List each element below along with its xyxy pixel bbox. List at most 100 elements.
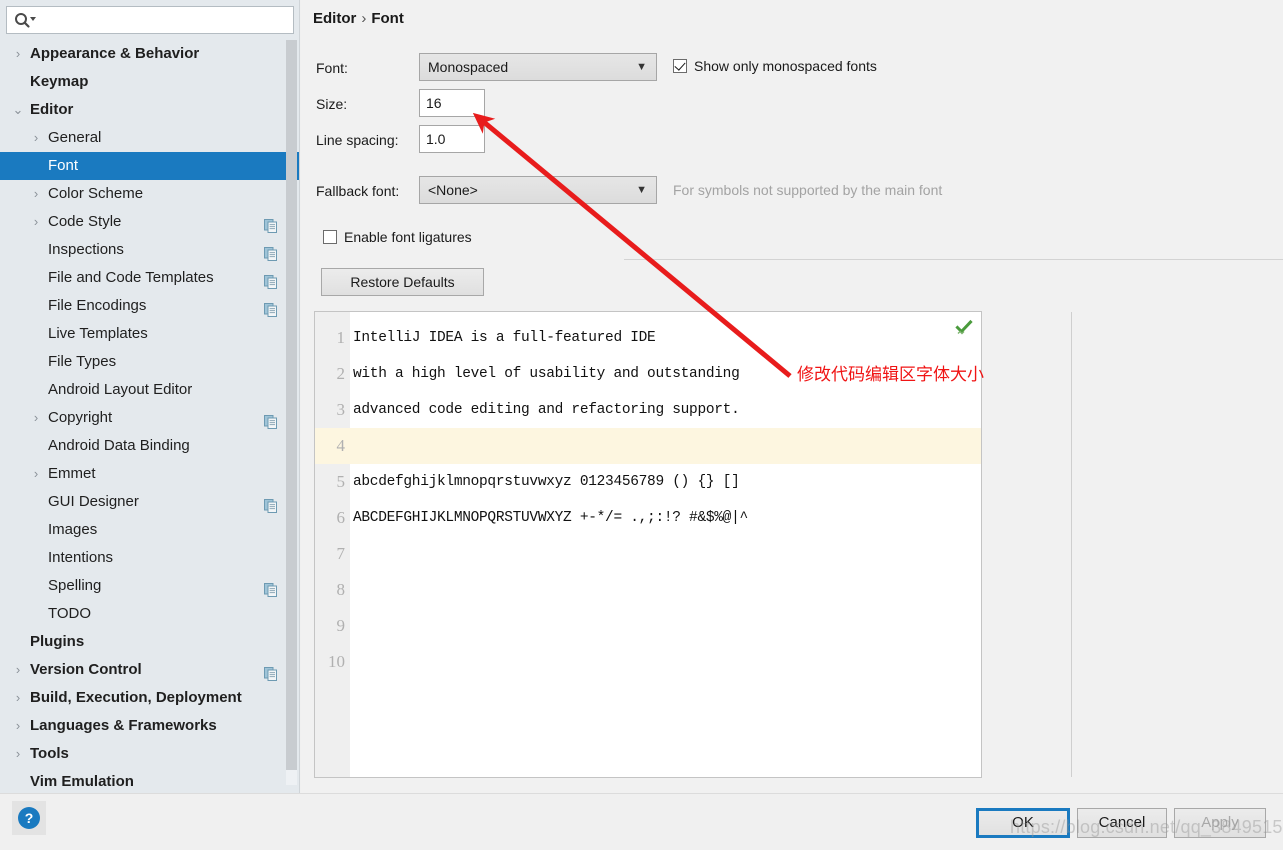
settings-tree[interactable]: › Appearance & Behavior Keymap ⌄ Editor › Gene… xyxy=(0,40,299,793)
line-text: ABCDEFGHIJKLMNOPQRSTUVWXYZ +-*/= .,;:!? … xyxy=(353,510,748,526)
copy-settings-icon[interactable] xyxy=(264,271,278,289)
sidebar-item-editor[interactable]: ⌄ Editor xyxy=(0,96,299,124)
chevron-right-icon[interactable]: › xyxy=(10,712,26,740)
line-number: 4 xyxy=(336,436,346,455)
svg-text:?: ? xyxy=(25,810,34,826)
annotation-text: 修改代码编辑区字体大小 xyxy=(797,365,984,384)
sidebar-item-label: Android Data Binding xyxy=(48,437,190,454)
line-number: 8 xyxy=(336,580,346,599)
chevron-right-icon[interactable]: › xyxy=(28,124,44,152)
sidebar-item-gui-designer[interactable]: GUI Designer xyxy=(0,488,299,516)
copy-settings-icon[interactable] xyxy=(264,411,278,429)
sidebar-item-plugins[interactable]: Plugins xyxy=(0,628,299,656)
sidebar-scrollbar-thumb[interactable] xyxy=(286,40,297,770)
sidebar-item-android-layout-editor[interactable]: Android Layout Editor xyxy=(0,376,299,404)
green-check-icon[interactable] xyxy=(955,319,973,337)
sidebar-item-code-style[interactable]: › Code Style xyxy=(0,208,299,236)
sidebar-item-font[interactable]: Font xyxy=(0,152,299,180)
sidebar-item-appearance-behavior[interactable]: › Appearance & Behavior xyxy=(0,40,299,68)
sidebar-item-label: Copyright xyxy=(48,409,113,426)
chevron-right-icon[interactable]: › xyxy=(10,740,26,768)
preview-code-line: 4 xyxy=(315,428,981,464)
fallback-font-hint: For symbols not supported by the main fo… xyxy=(673,182,943,198)
show-monospaced-checkbox-row[interactable]: Show only monospaced fonts xyxy=(673,58,877,74)
sidebar-item-live-templates[interactable]: Live Templates xyxy=(0,320,299,348)
enable-ligatures-checkbox-row[interactable]: Enable font ligatures xyxy=(323,229,472,245)
chevron-right-icon[interactable]: › xyxy=(10,40,26,68)
sidebar-item-languages-frameworks[interactable]: › Languages & Frameworks xyxy=(0,712,299,740)
copy-settings-icon[interactable] xyxy=(264,495,278,513)
chevron-right-icon[interactable]: › xyxy=(28,208,44,236)
copy-settings-icon[interactable] xyxy=(264,215,278,233)
enable-ligatures-checkbox[interactable] xyxy=(323,230,337,244)
sidebar-item-images[interactable]: Images xyxy=(0,516,299,544)
font-family-dropdown[interactable]: Monospaced ▼ xyxy=(419,53,657,81)
chevron-down-icon[interactable]: ⌄ xyxy=(10,96,26,124)
sidebar-item-label: File Encodings xyxy=(48,297,147,314)
sidebar-item-build-execution-deployment[interactable]: › Build, Execution, Deployment xyxy=(0,684,299,712)
copy-settings-icon[interactable] xyxy=(264,299,278,317)
search-box[interactable] xyxy=(6,6,294,34)
size-input[interactable]: 16 xyxy=(419,89,485,117)
line-spacing-input[interactable]: 1.0 xyxy=(419,125,485,153)
copy-settings-icon[interactable] xyxy=(264,243,278,261)
breadcrumb: Editor › Font xyxy=(313,10,404,27)
search-input[interactable] xyxy=(41,7,291,33)
sidebar-item-label: Live Templates xyxy=(48,325,148,342)
chevron-right-icon[interactable]: › xyxy=(10,656,26,684)
sidebar-item-label: Color Scheme xyxy=(48,185,144,202)
line-spacing-label: Line spacing: xyxy=(316,132,399,148)
preview-code-line: 8 xyxy=(315,572,981,608)
sidebar-item-label: Version Control xyxy=(30,661,142,678)
line-number: 10 xyxy=(328,652,345,671)
preview-code-line: 5 abcdefghijklmnopqrstuvwxyz 0123456789 (… xyxy=(315,464,981,500)
sidebar-item-general[interactable]: › General xyxy=(0,124,299,152)
sidebar-item-file-types[interactable]: File Types xyxy=(0,348,299,376)
copy-settings-icon[interactable] xyxy=(264,663,278,681)
settings-sidebar: › Appearance & Behavior Keymap ⌄ Editor › Gene… xyxy=(0,0,300,793)
breadcrumb-parent[interactable]: Editor xyxy=(313,10,356,27)
sidebar-item-label: Inspections xyxy=(48,241,124,258)
chevron-right-icon[interactable]: › xyxy=(28,180,44,208)
sidebar-item-file-and-code-templates[interactable]: File and Code Templates xyxy=(0,264,299,292)
chevron-right-icon[interactable]: › xyxy=(28,460,44,488)
sidebar-item-color-scheme[interactable]: › Color Scheme xyxy=(0,180,299,208)
show-monospaced-label: Show only monospaced fonts xyxy=(694,58,877,74)
sidebar-item-emmet[interactable]: › Emmet xyxy=(0,460,299,488)
sidebar-item-todo[interactable]: TODO xyxy=(0,600,299,628)
sidebar-item-file-encodings[interactable]: File Encodings xyxy=(0,292,299,320)
copy-settings-icon[interactable] xyxy=(264,579,278,597)
sidebar-item-copyright[interactable]: › Copyright xyxy=(0,404,299,432)
chevron-right-icon[interactable]: › xyxy=(28,404,44,432)
show-monospaced-checkbox[interactable] xyxy=(673,59,687,73)
fallback-font-dropdown[interactable]: <None> ▼ xyxy=(419,176,657,204)
sidebar-item-label: Android Layout Editor xyxy=(48,381,193,398)
sidebar-item-tools[interactable]: › Tools xyxy=(0,740,299,768)
sidebar-item-spelling[interactable]: Spelling xyxy=(0,572,299,600)
sidebar-item-label: Spelling xyxy=(48,577,102,594)
sidebar-item-label: Tools xyxy=(30,745,69,762)
line-number: 5 xyxy=(336,472,346,491)
chevron-right-icon[interactable]: › xyxy=(10,684,26,712)
sidebar-item-label: Appearance & Behavior xyxy=(30,45,200,62)
sidebar-item-vim-emulation[interactable]: Vim Emulation xyxy=(0,768,299,793)
preview-code-line: 7 xyxy=(315,536,981,572)
sidebar-item-version-control[interactable]: › Version Control xyxy=(0,656,299,684)
sidebar-item-keymap[interactable]: Keymap xyxy=(0,68,299,96)
sidebar-item-android-data-binding[interactable]: Android Data Binding xyxy=(0,432,299,460)
help-button[interactable]: ? xyxy=(12,801,46,835)
preview-code-line: 6 ABCDEFGHIJKLMNOPQRSTUVWXYZ +-*/= .,;:!?… xyxy=(315,500,981,536)
size-label: Size: xyxy=(316,96,348,112)
restore-defaults-button[interactable]: Restore Defaults xyxy=(321,268,484,296)
font-family-value: Monospaced xyxy=(428,59,509,75)
sidebar-item-intentions[interactable]: Intentions xyxy=(0,544,299,572)
sidebar-item-inspections[interactable]: Inspections xyxy=(0,236,299,264)
fallback-font-label: Fallback font: xyxy=(316,183,400,199)
line-text: IntelliJ IDEA is a full-featured IDE xyxy=(353,330,656,346)
